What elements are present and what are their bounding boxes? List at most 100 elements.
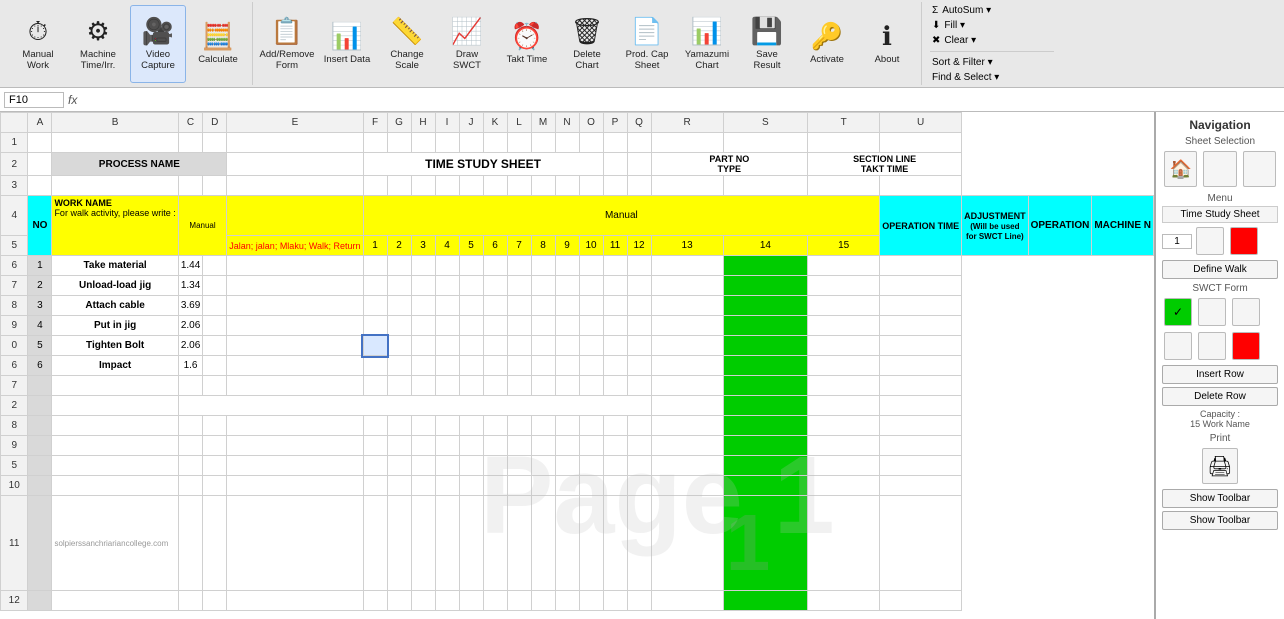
cell-J1[interactable]: [459, 133, 483, 153]
cell-H17[interactable]: [411, 476, 435, 496]
cell-Q3[interactable]: [627, 176, 651, 196]
cell-R14[interactable]: [651, 416, 723, 436]
cell-N15[interactable]: [555, 436, 579, 456]
cell-N11[interactable]: [555, 356, 579, 376]
cell-F16[interactable]: [363, 456, 387, 476]
cell-H8[interactable]: [411, 296, 435, 316]
cell-E10[interactable]: [227, 336, 363, 356]
change-scale-button[interactable]: 📏 Change Scale: [379, 5, 435, 83]
cell-L19[interactable]: [507, 591, 531, 611]
cell-I6[interactable]: [435, 256, 459, 276]
cell-D8[interactable]: [203, 296, 227, 316]
cell-val-5[interactable]: 2.06: [178, 336, 202, 356]
video-capture-button[interactable]: 🎥 Video Capture: [130, 5, 186, 83]
col-header-O[interactable]: O: [579, 113, 603, 133]
cell-M9[interactable]: [531, 316, 555, 336]
cell-no-2[interactable]: 2: [28, 276, 52, 296]
takt-time-button[interactable]: ⏰ Takt Time: [499, 5, 555, 83]
cell-Q15[interactable]: [627, 436, 651, 456]
cell-E14[interactable]: [227, 416, 363, 436]
cell-L6[interactable]: [507, 256, 531, 276]
cell-R1[interactable]: [651, 133, 723, 153]
cell-K12[interactable]: [483, 376, 507, 396]
cell-F9[interactable]: [363, 316, 387, 336]
cell-num-6[interactable]: 6: [483, 236, 507, 256]
nav-printer-icon[interactable]: 🖨: [1202, 448, 1238, 484]
cell-U19[interactable]: [880, 591, 962, 611]
cell-O6[interactable]: [579, 256, 603, 276]
cell-A12[interactable]: [28, 376, 52, 396]
cell-J3[interactable]: [459, 176, 483, 196]
calculate-button[interactable]: 🧮 Calculate: [190, 5, 246, 83]
cell-C15[interactable]: [178, 436, 202, 456]
cell-S16[interactable]: [723, 456, 807, 476]
cell-work-4[interactable]: Put in jig: [52, 316, 178, 336]
cell-P9[interactable]: [603, 316, 627, 336]
clear-button[interactable]: ✖ Clear ▾: [930, 34, 1054, 47]
cell-A17[interactable]: [28, 476, 52, 496]
cell-D14[interactable]: [203, 416, 227, 436]
col-header-B[interactable]: B: [52, 113, 178, 133]
cell-M19[interactable]: [531, 591, 555, 611]
cell-K3[interactable]: [483, 176, 507, 196]
cell-K19[interactable]: [483, 591, 507, 611]
cell-work-6[interactable]: Impact: [52, 356, 178, 376]
nav-blank-small3[interactable]: [1232, 298, 1260, 326]
cell-O8[interactable]: [579, 296, 603, 316]
cell-S3[interactable]: [723, 176, 807, 196]
col-header-I[interactable]: I: [435, 113, 459, 133]
cell-H6[interactable]: [411, 256, 435, 276]
cell-K1[interactable]: [483, 133, 507, 153]
cell-O17[interactable]: [579, 476, 603, 496]
cell-num-15[interactable]: 15: [808, 236, 880, 256]
cell-K17[interactable]: [483, 476, 507, 496]
cell-H18[interactable]: [411, 496, 435, 591]
cell-I10[interactable]: [435, 336, 459, 356]
cell-num-1[interactable]: 1: [363, 236, 387, 256]
cell-S8[interactable]: [723, 296, 807, 316]
cell-L9[interactable]: [507, 316, 531, 336]
cell-M11[interactable]: [531, 356, 555, 376]
cell-P3[interactable]: [603, 176, 627, 196]
cell-J7[interactable]: [459, 276, 483, 296]
cell-N10[interactable]: [555, 336, 579, 356]
cell-N17[interactable]: [555, 476, 579, 496]
cell-E1[interactable]: [227, 133, 363, 153]
cell-S13[interactable]: [723, 396, 807, 416]
col-header-C[interactable]: C: [178, 113, 202, 133]
cell-U3[interactable]: [880, 176, 962, 196]
cell-M18[interactable]: [531, 496, 555, 591]
cell-Q16[interactable]: [627, 456, 651, 476]
cell-O10[interactable]: [579, 336, 603, 356]
cell-B12[interactable]: [52, 376, 178, 396]
cell-K8[interactable]: [483, 296, 507, 316]
cell-F15[interactable]: [363, 436, 387, 456]
cell-E2[interactable]: [227, 153, 363, 176]
col-header-L[interactable]: L: [507, 113, 531, 133]
cell-S1[interactable]: [723, 133, 807, 153]
cell-F3[interactable]: [363, 176, 387, 196]
cell-Q6[interactable]: [627, 256, 651, 276]
cell-N3[interactable]: [555, 176, 579, 196]
cell-E12[interactable]: [227, 376, 363, 396]
cell-G6[interactable]: [387, 256, 411, 276]
cell-P1[interactable]: [603, 133, 627, 153]
cell-J6[interactable]: [459, 256, 483, 276]
cell-F18[interactable]: [363, 496, 387, 591]
cell-L16[interactable]: [507, 456, 531, 476]
cell-E9[interactable]: [227, 316, 363, 336]
cell-val-4[interactable]: 2.06: [178, 316, 202, 336]
cell-S10[interactable]: [723, 336, 807, 356]
cell-U10[interactable]: [880, 336, 962, 356]
cell-L3[interactable]: [507, 176, 531, 196]
cell-no-header[interactable]: NO: [28, 196, 52, 256]
cell-O9[interactable]: [579, 316, 603, 336]
cell-L10[interactable]: [507, 336, 531, 356]
cell-P10[interactable]: [603, 336, 627, 356]
cell-P8[interactable]: [603, 296, 627, 316]
cell-N9[interactable]: [555, 316, 579, 336]
cell-Q11[interactable]: [627, 356, 651, 376]
cell-L8[interactable]: [507, 296, 531, 316]
cell-H7[interactable]: [411, 276, 435, 296]
cell-G11[interactable]: [387, 356, 411, 376]
